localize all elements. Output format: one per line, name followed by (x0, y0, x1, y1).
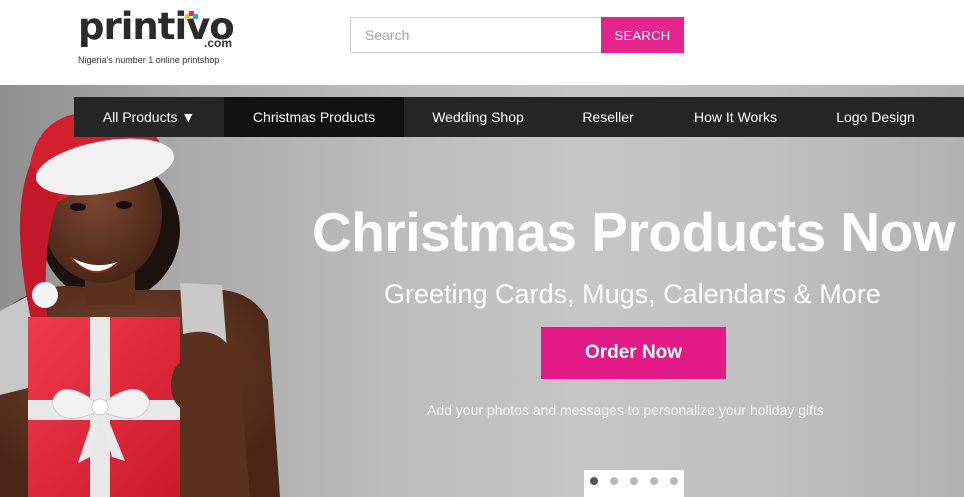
carousel-indicators (584, 470, 684, 497)
main-navigation: All Products ▼ Christmas Products Weddin… (74, 97, 964, 137)
logo-tagline: Nigeria's number 1 online printshop (78, 55, 220, 65)
carousel-dot-4[interactable] (650, 476, 658, 485)
nav-item-logo-design[interactable]: Logo Design (807, 97, 944, 137)
nav-item-wedding-shop[interactable]: Wedding Shop (404, 97, 552, 137)
woman-with-gift-image (0, 112, 280, 497)
nav-item-how-it-works[interactable]: How It Works (664, 97, 807, 137)
carousel-dot-2[interactable] (610, 476, 618, 485)
hero-subtitle: Greeting Cards, Mugs, Calendars & More (384, 279, 881, 309)
nav-item-reseller[interactable]: Reseller (552, 97, 664, 137)
carousel-dot-3[interactable] (630, 476, 638, 485)
carousel-dot-1[interactable] (590, 476, 598, 485)
nav-item-all-products[interactable]: All Products ▼ (74, 97, 224, 137)
hero-title: Christmas Products Now (312, 201, 956, 263)
order-now-button[interactable]: Order Now (541, 327, 726, 379)
search-button[interactable]: SEARCH (601, 17, 684, 53)
nav-item-christmas-products[interactable]: Christmas Products (224, 97, 404, 137)
site-header: printivo .com Nigeria's number 1 online … (0, 0, 964, 85)
logo-color-dots-icon (185, 11, 198, 19)
page: printivo .com Nigeria's number 1 online … (0, 0, 964, 497)
search-input[interactable] (350, 17, 602, 53)
printivo-logo[interactable]: printivo .com Nigeria's number 1 online … (78, 6, 248, 68)
logo-domain-suffix: .com (204, 36, 233, 50)
hero-note: Add your photos and messages to personal… (427, 402, 824, 418)
hero-banner[interactable]: All Products ▼ Christmas Products Weddin… (0, 85, 964, 497)
carousel-dot-5[interactable] (670, 476, 678, 485)
